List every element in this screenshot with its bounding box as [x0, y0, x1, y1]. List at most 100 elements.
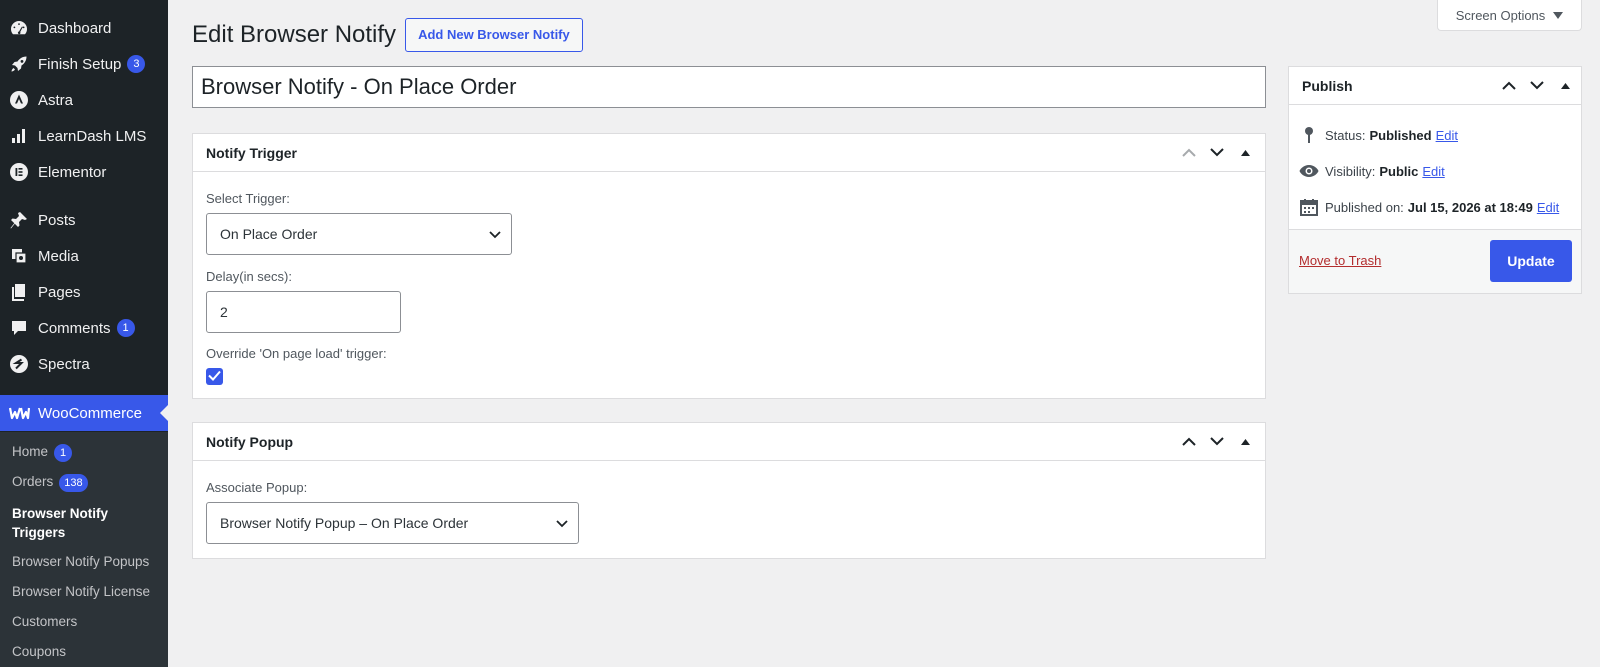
- visibility-label: Visibility:: [1325, 163, 1376, 179]
- menu-item-media[interactable]: Media: [0, 238, 168, 274]
- menu-label: Comments: [38, 319, 111, 337]
- edit-visibility-link[interactable]: Edit: [1422, 164, 1444, 179]
- edit-date-link[interactable]: Edit: [1537, 200, 1559, 215]
- override-label: Override 'On page load' trigger:: [206, 346, 387, 361]
- woo-icon: [8, 402, 30, 424]
- override-checkbox[interactable]: [206, 368, 223, 385]
- submenu-item-browser-notify-triggers[interactable]: Browser Notify Triggers: [12, 504, 132, 542]
- media-icon: [8, 245, 30, 267]
- menu-label: LearnDash LMS: [38, 127, 147, 145]
- menu-label: Media: [38, 247, 79, 265]
- move-down-icon[interactable]: [1203, 135, 1231, 171]
- woocommerce-submenu: Home 1 Orders 138 Browser Notify Triggers …: [0, 432, 168, 667]
- checkmark-icon: [208, 368, 221, 386]
- submenu-item-browser-notify-license[interactable]: Browser Notify License: [12, 584, 150, 599]
- move-to-trash-link[interactable]: Move to Trash: [1299, 253, 1381, 268]
- menu-label: Dashboard: [38, 19, 112, 37]
- menu-item-woocommerce[interactable]: WooCommerce: [0, 395, 168, 431]
- postbox-title: Notify Popup: [206, 433, 294, 450]
- add-new-button[interactable]: Add New Browser Notify: [405, 18, 583, 52]
- postbox-header: Publish: [1289, 67, 1581, 105]
- postbox-title: Notify Trigger: [206, 144, 298, 161]
- chevron-down-icon: [489, 226, 501, 242]
- menu-label: Spectra: [38, 355, 90, 373]
- spectra-icon: [8, 353, 30, 375]
- bar-chart-icon: [8, 125, 30, 147]
- handle-actions: [1495, 68, 1581, 104]
- publish-visibility-row: Visibility: Public Edit: [1299, 161, 1445, 181]
- menu-item-elementor[interactable]: Elementor: [0, 154, 168, 190]
- count-badge: 3: [127, 55, 146, 73]
- delay-input[interactable]: 2: [206, 291, 401, 333]
- move-down-icon[interactable]: [1523, 68, 1551, 104]
- move-up-icon[interactable]: [1175, 424, 1203, 460]
- post-title-input[interactable]: Browser Notify - On Place Order: [192, 66, 1266, 108]
- move-up-icon[interactable]: [1175, 135, 1203, 171]
- eye-icon: [1299, 161, 1319, 181]
- menu-label: Pages: [38, 283, 81, 301]
- submenu-item-browser-notify-popups[interactable]: Browser Notify Popups: [12, 554, 149, 569]
- move-down-icon[interactable]: [1203, 424, 1231, 460]
- publish-actions: Move to Trash Update: [1289, 229, 1581, 293]
- published-label: Published on:: [1325, 199, 1404, 215]
- edit-status-link[interactable]: Edit: [1436, 128, 1458, 143]
- postbox-header: Notify Popup: [193, 423, 1265, 461]
- select-trigger-dropdown[interactable]: On Place Order: [206, 213, 512, 255]
- comment-icon: [8, 317, 30, 339]
- move-up-icon[interactable]: [1495, 68, 1523, 104]
- toggle-panel-icon[interactable]: [1231, 424, 1259, 460]
- caret-down-icon: [1553, 8, 1564, 23]
- menu-item-learndash[interactable]: LearnDash LMS: [0, 118, 168, 154]
- page-title: Edit Browser Notify: [192, 21, 397, 48]
- status-value: Published: [1369, 127, 1432, 143]
- chevron-down-icon: [556, 515, 568, 531]
- menu-label: WooCommerce: [38, 404, 142, 422]
- associate-popup-dropdown[interactable]: Browser Notify Popup – On Place Order: [206, 502, 579, 544]
- menu-item-comments[interactable]: Comments 1: [0, 310, 168, 346]
- menu-item-finish-setup[interactable]: Finish Setup 3: [0, 46, 168, 82]
- menu-item-pages[interactable]: Pages: [0, 274, 168, 310]
- submenu-label: Home: [12, 444, 49, 459]
- menu-label: Posts: [38, 211, 76, 229]
- rocket-icon: [8, 53, 30, 75]
- published-value: Jul 15, 2026 at 18:49: [1407, 199, 1533, 215]
- menu-item-astra[interactable]: Astra: [0, 82, 168, 118]
- handle-actions: [1175, 424, 1265, 460]
- publish-date-row: Published on: Jul 15, 2026 at 18:49 Edit: [1299, 197, 1559, 217]
- publish-box: Publish Status: Published Edit Visibilit…: [1288, 66, 1582, 294]
- postbox-header: Notify Trigger: [193, 134, 1265, 172]
- notify-popup-box: Notify Popup Associate Popup: Browser No…: [192, 422, 1266, 559]
- menu-item-spectra[interactable]: Spectra: [0, 346, 168, 382]
- delay-label: Delay(in secs):: [206, 269, 292, 284]
- submenu-item-orders[interactable]: Orders 138: [12, 474, 88, 492]
- toggle-panel-icon[interactable]: [1231, 135, 1259, 171]
- associate-popup-label: Associate Popup:: [206, 480, 308, 495]
- menu-item-posts[interactable]: Posts: [0, 202, 168, 238]
- astra-icon: [8, 89, 30, 111]
- pin-icon: [1299, 125, 1319, 145]
- select-trigger-value: On Place Order: [220, 226, 318, 242]
- notify-trigger-box: Notify Trigger Select Trigger: On Place …: [192, 133, 1266, 399]
- submenu-item-home[interactable]: Home 1: [12, 444, 73, 462]
- elementor-icon: [8, 161, 30, 183]
- update-button[interactable]: Update: [1490, 240, 1572, 282]
- screen-options-button[interactable]: Screen Options: [1437, 0, 1582, 31]
- count-badge: 1: [116, 319, 135, 337]
- count-badge: 1: [54, 444, 73, 462]
- menu-label: Astra: [38, 91, 74, 109]
- menu-item-dashboard[interactable]: Dashboard: [0, 10, 168, 46]
- handle-actions: [1175, 135, 1265, 171]
- toggle-panel-icon[interactable]: [1551, 68, 1579, 104]
- select-trigger-label: Select Trigger:: [206, 191, 290, 206]
- submenu-item-customers[interactable]: Customers: [12, 614, 77, 629]
- dashboard-icon: [8, 17, 30, 39]
- submenu-item-coupons[interactable]: Coupons: [12, 644, 66, 659]
- count-badge: 138: [59, 474, 88, 492]
- calendar-icon: [1299, 197, 1319, 217]
- screen-options-label: Screen Options: [1455, 7, 1546, 23]
- page-header: Edit Browser Notify Add New Browser Noti…: [192, 18, 583, 52]
- admin-sidebar: Dashboard Finish Setup 3 Astra LearnDash…: [0, 0, 168, 667]
- visibility-value: Public: [1379, 163, 1419, 179]
- pin-icon: [8, 209, 30, 231]
- status-label: Status:: [1325, 127, 1366, 143]
